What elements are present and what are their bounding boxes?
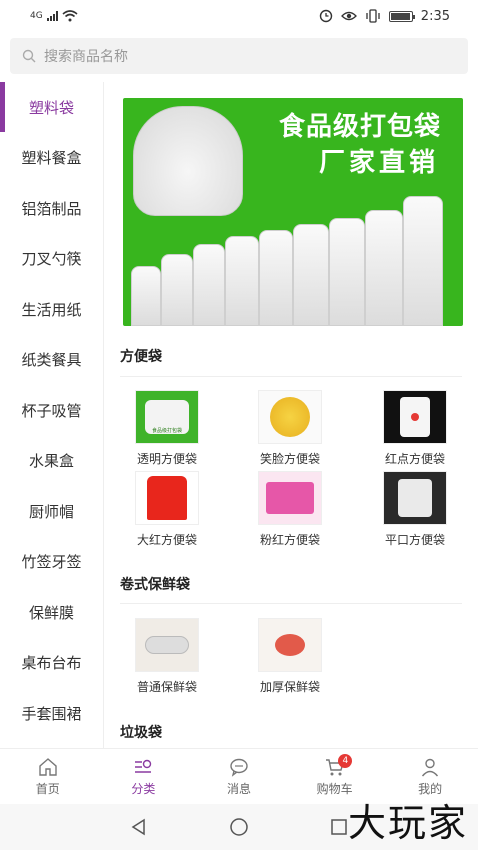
product-item[interactable]: 普通保鲜袋: [117, 618, 217, 695]
tab-category[interactable]: 分类: [96, 749, 192, 804]
smiley-bag-thumb: [258, 390, 322, 444]
bag-roll-image: [161, 254, 193, 326]
bag-roll-image: [131, 266, 161, 326]
red-bag-thumb: [135, 471, 199, 525]
product-label: 大红方便袋: [136, 533, 197, 547]
clock: 2:35: [420, 8, 450, 24]
sidebar-item-foil[interactable]: 铝箔制品: [0, 183, 103, 234]
thumb-caption: 食品级打包袋: [145, 400, 189, 434]
product-label: 加厚保鲜袋: [259, 680, 320, 694]
sidebar-item-skewers[interactable]: 竹签牙签: [0, 537, 103, 588]
sidebar-item-plastic-boxes[interactable]: 塑料餐盒: [0, 133, 103, 184]
sidebar-item-paper-tableware[interactable]: 纸类餐具: [0, 335, 103, 386]
sidebar-item-cutlery[interactable]: 刀叉勺筷: [0, 234, 103, 285]
signal-indicator: 4G: [30, 10, 78, 22]
red-dot-bag-thumb: [383, 390, 447, 444]
product-label: 粉红方便袋: [259, 533, 320, 547]
bag-roll-image: [365, 210, 403, 326]
home-icon: [39, 758, 57, 776]
search-icon: [22, 49, 36, 63]
bag-roll-image: [403, 196, 443, 326]
category-icon: [135, 759, 152, 773]
battery-icon: [388, 10, 415, 22]
signal-icon: [46, 11, 58, 21]
vibrate-icon: [366, 9, 380, 23]
bag-roll-image: [329, 218, 365, 326]
bag-image: [133, 106, 243, 216]
clear-bag-thumb: 食品级打包袋: [135, 390, 199, 444]
product-item[interactable]: 平口方便袋: [365, 471, 465, 548]
section-divider: [120, 376, 462, 377]
product-item[interactable]: 笑脸方便袋: [240, 390, 340, 467]
search-input[interactable]: 搜索商品名称: [10, 38, 468, 74]
product-item[interactable]: 食品级打包袋 透明方便袋: [117, 390, 217, 467]
user-icon: [422, 758, 439, 777]
home-button-icon[interactable]: [229, 817, 249, 837]
roll-bag-thumb: [135, 618, 199, 672]
sidebar-item-tissue[interactable]: 生活用纸: [0, 284, 103, 335]
network-type: 4G: [30, 11, 43, 21]
product-label: 笑脸方便袋: [259, 452, 320, 466]
product-label: 红点方便袋: [384, 452, 445, 466]
banner-subline: 厂家直销: [318, 148, 439, 178]
search-placeholder: 搜索商品名称: [44, 49, 128, 65]
product-item[interactable]: 加厚保鲜袋: [240, 618, 340, 695]
eye-icon: [340, 11, 357, 21]
product-label: 透明方便袋: [136, 452, 197, 466]
section-divider: [120, 603, 462, 604]
flat-bag-thumb: [383, 471, 447, 525]
section-title: 卷式保鲜袋: [120, 577, 190, 593]
tab-home[interactable]: 首页: [0, 749, 96, 804]
message-icon: [230, 758, 248, 777]
back-icon[interactable]: [129, 817, 149, 837]
category-sidebar: 塑料袋 塑料餐盒 铝箔制品 刀叉勺筷 生活用纸 纸类餐具 杯子吸管 水果盒 厨师…: [0, 82, 104, 748]
pink-bag-thumb: [258, 471, 322, 525]
promo-banner[interactable]: 食品级打包袋 厂家直销: [123, 98, 463, 326]
recents-icon[interactable]: [329, 817, 349, 837]
cart-badge: 4: [338, 754, 353, 768]
bag-roll-image: [225, 236, 259, 326]
thick-bag-thumb: [258, 618, 322, 672]
wifi-icon: [62, 10, 78, 22]
product-label: 普通保鲜袋: [136, 680, 197, 694]
bag-roll-image: [193, 244, 225, 326]
status-bar: 4G 2:35: [0, 0, 478, 32]
product-item[interactable]: 粉红方便袋: [240, 471, 340, 548]
product-item[interactable]: 红点方便袋: [365, 390, 465, 467]
search-bar: 搜索商品名称: [0, 34, 478, 80]
sidebar-item-chef-hats[interactable]: 厨师帽: [0, 486, 103, 537]
watermark: 大玩家: [347, 801, 468, 845]
bag-roll-image: [259, 230, 293, 326]
product-item[interactable]: 大红方便袋: [117, 471, 217, 548]
tab-messages[interactable]: 消息: [191, 749, 287, 804]
sidebar-item-gloves[interactable]: 手套围裙: [0, 688, 103, 739]
category-content: 食品级打包袋 厂家直销 方便袋 食品级打包袋 透明方便袋 笑脸方便袋 红点方便袋: [105, 82, 478, 748]
section-title: 垃圾袋: [120, 725, 162, 741]
sidebar-item-cups-straws[interactable]: 杯子吸管: [0, 385, 103, 436]
alarm-icon: [319, 9, 332, 23]
product-label: 平口方便袋: [384, 533, 445, 547]
sidebar-item-fruit-boxes[interactable]: 水果盒: [0, 436, 103, 487]
banner-headline: 食品级打包袋: [278, 112, 441, 142]
section-title: 方便袋: [120, 349, 162, 365]
sidebar-item-cling-film[interactable]: 保鲜膜: [0, 587, 103, 638]
sidebar-item-plastic-bags[interactable]: 塑料袋: [0, 82, 103, 133]
bag-roll-image: [293, 224, 329, 326]
sidebar-item-tablecloth[interactable]: 桌布台布: [0, 638, 103, 689]
